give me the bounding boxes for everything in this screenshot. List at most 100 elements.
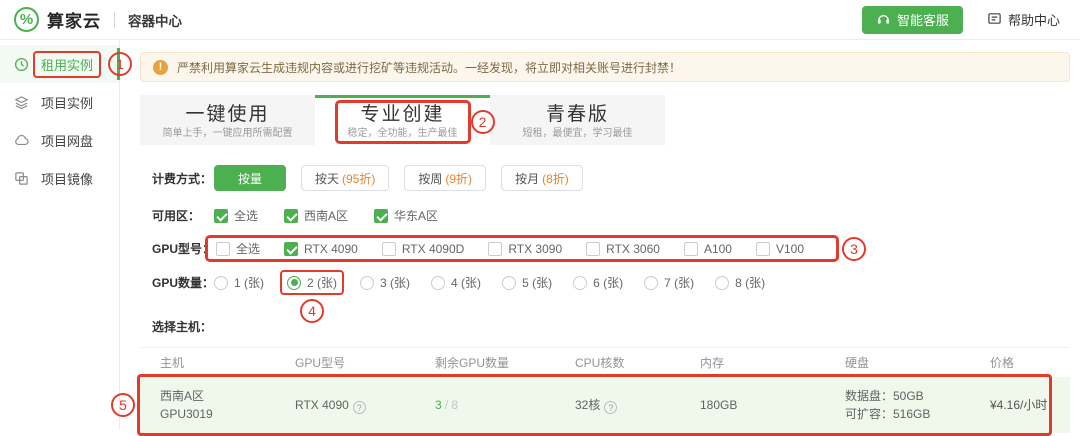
gpu-count-option-7[interactable]: 7 (张) (644, 274, 694, 291)
select-host-label: 选择主机： (152, 320, 213, 334)
zone-option-all[interactable]: 全选 (214, 207, 258, 224)
billing-option-weekly[interactable]: 按周 (9折) (404, 165, 487, 191)
cell-host: 西南A区 GPU3019 (140, 387, 275, 423)
annotation-circle-5: 5 (111, 393, 135, 417)
gpu-model-option-rtx3090[interactable]: RTX 3090 (488, 241, 562, 256)
host-table-header: 主机 GPU型号 剩余GPU数量 CPU核数 内存 硬盘 价格 (140, 347, 1070, 377)
tab-one-click-use[interactable]: 一键使用 简单上手，一键应用所需配置 (140, 95, 315, 145)
column-header-host: 主机 (160, 356, 185, 370)
tab-subtitle: 简单上手，一键应用所需配置 (162, 127, 293, 139)
annotation-circle-4: 4 (300, 299, 325, 323)
gpu-count-option-3[interactable]: 3 (张) (360, 274, 410, 291)
help-doc-icon (987, 11, 1002, 29)
gpu-model-option-a100[interactable]: A100 (683, 241, 732, 256)
top-bar: % 算家云 容器中心 智能客服 帮助中心 (0, 0, 1080, 40)
checkbox-icon (488, 241, 503, 256)
cloud-icon (14, 133, 29, 148)
checkbox-checked-icon (374, 208, 389, 223)
gpu-count-option-2[interactable]: 2 (张) 4 (280, 270, 345, 323)
sidebar-item-label: 项目镜像 (41, 171, 94, 187)
zone-row: 可用区： 全选 西南A区 华东A区 (152, 207, 1070, 224)
column-header-price: 价格 (990, 356, 1015, 370)
cell-cpu-cores: 32核? (555, 396, 680, 415)
image-mirror-icon (14, 171, 29, 186)
smart-service-button[interactable]: 智能客服 (861, 5, 963, 34)
sidebar-item-label: 租用实例 1 (32, 50, 133, 78)
radio-icon (431, 275, 446, 290)
annotation-box-3: 全选 RTX 4090 RTX 4090D RTX 3090 RTX 3060 … (205, 235, 866, 262)
sidebar-item-project-netdisk[interactable]: 项目网盘 (0, 121, 119, 159)
annotation-circle-3: 3 (842, 236, 866, 261)
annotation-circle-1: 1 (108, 52, 133, 76)
gpu-count-option-6[interactable]: 6 (张) (573, 274, 623, 291)
radio-icon (360, 275, 375, 290)
checkbox-icon (586, 241, 601, 256)
gpu-remaining-count: 3 (435, 398, 442, 412)
column-header-gpu-remaining: 剩余GPU数量 (435, 356, 510, 370)
tab-title: 青春版 (545, 103, 609, 125)
radio-icon (573, 275, 588, 290)
clock-icon (14, 57, 29, 72)
host-table-row[interactable]: 5 西南A区 GPU3019 RTX 4090? 3/ 8 32核? 180GB… (111, 374, 1070, 436)
column-header-memory: 内存 (700, 356, 725, 370)
radio-icon (715, 275, 730, 290)
gpu-model-row: GPU型号： 全选 RTX 4090 RTX 4090D RTX 3090 RT… (152, 235, 1070, 262)
help-center-link[interactable]: 帮助中心 (987, 10, 1060, 29)
gpu-count-option-8[interactable]: 8 (张) (715, 274, 765, 291)
cell-disk: 数据盘：50GB 可扩容：516GB (825, 387, 970, 423)
gpu-model-label: GPU型号： (152, 242, 215, 256)
gpu-model-option-v100[interactable]: V100 (755, 241, 804, 256)
checkbox-checked-icon (284, 208, 299, 223)
main-content: ! 严禁利用算家云生成违规内容或进行挖矿等违规活动。一经发现，将立即对相关账号进… (111, 40, 1080, 436)
gpu-count-option-5[interactable]: 5 (张) (502, 274, 552, 291)
help-center-label: 帮助中心 (1007, 13, 1060, 28)
brand-logo-icon: % (14, 7, 39, 32)
tab-youth-edition[interactable]: 青春版 短租，最便宜，学习最佳 (490, 95, 665, 145)
cell-price: ¥4.16/小时 (990, 398, 1048, 412)
gpu-model-option-rtx4090[interactable]: RTX 4090 (284, 241, 358, 256)
billing-option-monthly[interactable]: 按月 (8折) (501, 165, 583, 191)
gpu-model-option-rtx4090d[interactable]: RTX 4090D (381, 241, 464, 256)
zone-option-southwest-a[interactable]: 西南A区 (284, 207, 348, 224)
column-header-disk: 硬盘 (845, 356, 870, 370)
sidebar-item-project-instance[interactable]: 项目实例 (0, 83, 119, 121)
discount-label: (9折) (445, 171, 473, 186)
filter-panel: 计费方式： 按量 按天 (95折) 按周 (9折) 按月 (8折) 可用区： 全… (140, 145, 1070, 323)
sidebar-item-rent-instance[interactable]: 租用实例 1 (0, 45, 133, 83)
gpu-model-option-all[interactable]: 全选 (216, 240, 260, 257)
gpu-model-option-rtx3060[interactable]: RTX 3060 (586, 241, 660, 256)
gpu-count-option-1[interactable]: 1 (张) (214, 274, 264, 291)
tab-title: 专业创建 (360, 103, 445, 125)
billing-method-row: 计费方式： 按量 按天 (95折) 按周 (9折) 按月 (8折) (152, 165, 1070, 191)
checkbox-icon (216, 241, 230, 256)
zone-label: 可用区： (152, 209, 201, 223)
cell-memory: 180GB (700, 398, 738, 412)
checkbox-checked-icon (214, 208, 228, 223)
cell-gpu-model: RTX 4090? (275, 396, 415, 415)
radio-icon (214, 275, 228, 290)
host-zone: 西南A区 (160, 389, 205, 403)
topbar-actions: 智能客服 帮助中心 (861, 5, 1060, 34)
column-header-cpu-cores: CPU核数 (575, 356, 625, 370)
radio-icon (644, 275, 659, 290)
tab-subtitle: 短租，最便宜，学习最佳 (522, 127, 633, 139)
billing-method-label: 计费方式： (152, 171, 213, 186)
logo-area: % 算家云 容器中心 (14, 7, 182, 32)
gpu-total-count: / 8 (444, 398, 459, 412)
host-table: 主机 GPU型号 剩余GPU数量 CPU核数 内存 硬盘 价格 5 西南A区 G… (111, 347, 1070, 436)
gpu-count-option-4[interactable]: 4 (张) (431, 274, 481, 291)
smart-service-label: 智能客服 (896, 13, 949, 28)
sidebar-item-project-image[interactable]: 项目镜像 (0, 159, 119, 197)
billing-option-metered[interactable]: 按量 (214, 165, 287, 191)
question-icon[interactable]: ? (604, 401, 618, 415)
create-mode-tabs: 一键使用 简单上手，一键应用所需配置 专业创建 稳定，全功能，生产最佳 2 青春… (140, 95, 1070, 145)
question-icon[interactable]: ? (352, 401, 366, 415)
zone-option-east-a[interactable]: 华东A区 (374, 207, 438, 224)
checkbox-icon (381, 241, 396, 256)
warning-icon: ! (153, 59, 168, 75)
annotation-box-2: 专业创建 稳定，全功能，生产最佳 2 (334, 99, 495, 144)
billing-option-daily[interactable]: 按天 (95折) (301, 165, 390, 191)
warning-text: 严禁利用算家云生成违规内容或进行挖矿等违规活动。一经发现，将立即对相关账号进行封… (177, 60, 682, 75)
column-header-gpu-model: GPU型号 (295, 356, 346, 370)
tab-professional-create[interactable]: 专业创建 稳定，全功能，生产最佳 2 (315, 95, 495, 145)
